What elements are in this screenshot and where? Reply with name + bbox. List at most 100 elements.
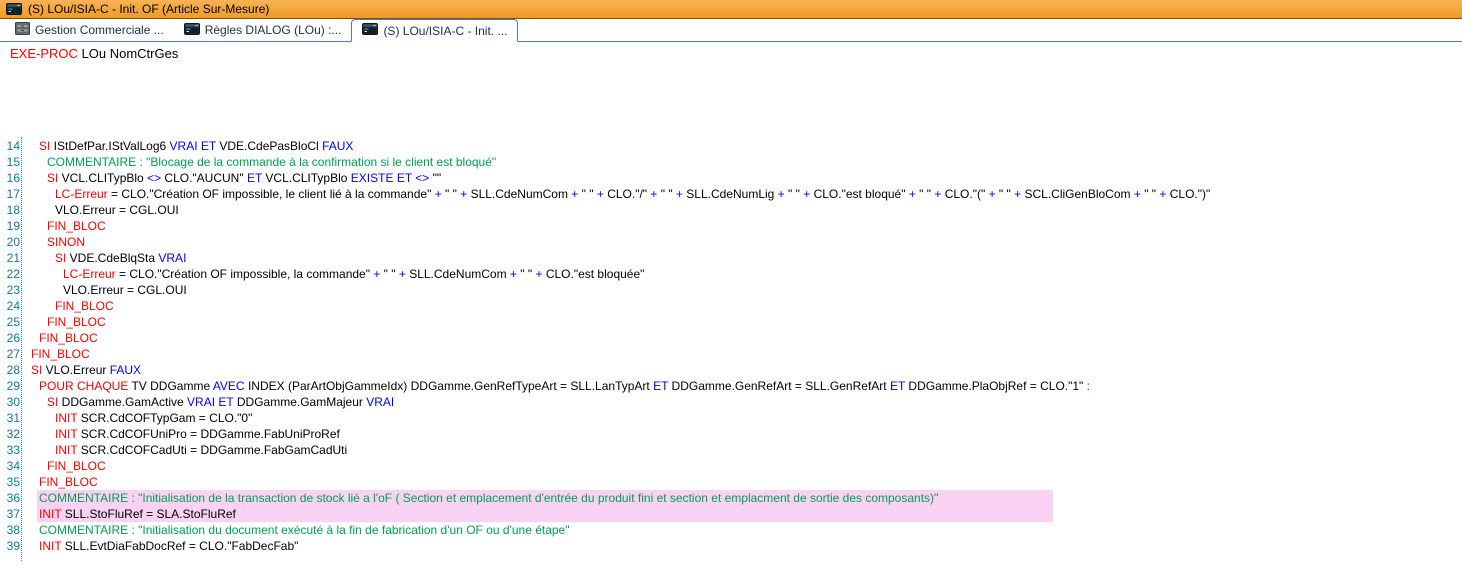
- code-token: +: [1134, 187, 1141, 201]
- code-line[interactable]: 26 FIN_BLOC: [0, 330, 1462, 346]
- line-number[interactable]: 19: [0, 218, 20, 234]
- line-number[interactable]: 31: [0, 410, 20, 426]
- code-line[interactable]: 22 LC-Erreur = CLO."Création OF impossibl…: [0, 266, 1462, 282]
- console-icon: [6, 3, 22, 15]
- tab-bar: Gestion Commerciale ... Règles DIALOG (L…: [0, 19, 1462, 42]
- code-line[interactable]: 37 INIT SLL.StoFluRef = SLA.StoFluRef: [0, 506, 1462, 522]
- code-area[interactable]: 14SI IStDefPar.IStValLog6 VRAI ET VDE.Cd…: [0, 138, 1462, 554]
- code-line[interactable]: 24 FIN_BLOC: [0, 298, 1462, 314]
- line-number[interactable]: 30: [0, 394, 20, 410]
- code-line[interactable]: 31INIT SCR.CdCOFTypGam = CLO."0": [0, 410, 1462, 426]
- tab-lou-isia-c-active[interactable]: (S) LOu/ISIA-C - Init. ...: [351, 19, 518, 42]
- code-text: LC-Erreur = CLO."Création OF impossible,…: [63, 266, 644, 282]
- line-number[interactable]: 37: [0, 506, 20, 522]
- code-text: FIN_BLOC: [31, 346, 90, 362]
- code-text: SI DDGamme.GamActive VRAI ET DDGamme.Gam…: [47, 394, 394, 410]
- code-text: SI VCL.CLITypBlo <> CLO."AUCUN" ET VCL.C…: [47, 170, 441, 186]
- code-line[interactable]: 30 SI DDGamme.GamActive VRAI ET DDGamme.G…: [0, 394, 1462, 410]
- line-number[interactable]: 15: [0, 154, 20, 170]
- code-token: LC-Erreur: [63, 267, 116, 281]
- code-line[interactable]: 15 COMMENTAIRE : "Blocage de la commande …: [0, 154, 1462, 170]
- line-number[interactable]: 26: [0, 330, 20, 346]
- line-number[interactable]: 33: [0, 442, 20, 458]
- code-token: SLL.CdeNumCom: [406, 267, 510, 281]
- line-number[interactable]: 18: [0, 202, 20, 218]
- line-number[interactable]: 34: [0, 458, 20, 474]
- code-token: FIN_BLOC: [31, 347, 90, 361]
- code-text: COMMENTAIRE : "Blocage de la commande à …: [47, 154, 496, 170]
- line-number[interactable]: 21: [0, 250, 20, 266]
- line-number[interactable]: 35: [0, 474, 20, 490]
- line-number[interactable]: 32: [0, 426, 20, 442]
- code-text: INIT SLL.StoFluRef = SLA.StoFluRef: [39, 506, 236, 522]
- code-token: DDGamme.GamActive: [58, 395, 187, 409]
- line-number[interactable]: 24: [0, 298, 20, 314]
- code-line[interactable]: 17LC-Erreur = CLO."Création OF impossibl…: [0, 186, 1462, 202]
- code-line[interactable]: 14SI IStDefPar.IStValLog6 VRAI ET VDE.Cd…: [0, 138, 1462, 154]
- line-number[interactable]: 27: [0, 346, 20, 362]
- code-text: SI VLO.Erreur FAUX: [31, 362, 141, 378]
- code-line[interactable]: 32INIT SCR.CdCOFUniPro = DDGamme.FabUniP…: [0, 426, 1462, 442]
- window-title: (S) LOu/ISIA-C - Init. OF (Article Sur-M…: [28, 2, 269, 16]
- code-line[interactable]: 36 COMMENTAIRE : "Initialisation de la tr…: [0, 490, 1462, 506]
- code-token: SI: [39, 139, 50, 153]
- code-token: SI: [47, 171, 58, 185]
- line-number[interactable]: 14: [0, 138, 20, 154]
- window-titlebar[interactable]: (S) LOu/ISIA-C - Init. OF (Article Sur-M…: [0, 0, 1462, 19]
- code-token: " ": [380, 267, 399, 281]
- code-token: SCR.CdCOFUniPro = DDGamme.FabUniProRef: [77, 427, 339, 441]
- code-token: CLO."(": [941, 187, 988, 201]
- code-line[interactable]: 21SI VDE.CdeBlqSta VRAI: [0, 250, 1462, 266]
- code-line[interactable]: 38 COMMENTAIRE : "Initialisation du docum…: [0, 522, 1462, 538]
- code-text: FIN_BLOC: [39, 330, 98, 346]
- line-number[interactable]: 25: [0, 314, 20, 330]
- code-token: +: [435, 187, 442, 201]
- code-text: FIN_BLOC: [47, 314, 106, 330]
- gutter-separator: [21, 137, 22, 561]
- code-token: COMMENTAIRE : "Initialisation de la tran…: [39, 491, 938, 505]
- code-token: +: [989, 187, 996, 201]
- code-token: IStDefPar.IStValLog6: [50, 139, 169, 153]
- app-window: (S) LOu/ISIA-C - Init. OF (Article Sur-M…: [0, 0, 1462, 571]
- tab-regles-dialog[interactable]: Règles DIALOG (LOu) :...: [174, 19, 352, 41]
- line-number[interactable]: 20: [0, 234, 20, 250]
- cabinet-icon: [15, 22, 30, 38]
- line-number[interactable]: 23: [0, 282, 20, 298]
- code-token: INIT: [39, 507, 61, 521]
- tab-gestion-commerciale[interactable]: Gestion Commerciale ...: [5, 19, 174, 41]
- line-number[interactable]: 38: [0, 522, 20, 538]
- code-text: FIN_BLOC: [55, 298, 114, 314]
- code-token: +: [399, 267, 406, 281]
- code-line[interactable]: 27 FIN_BLOC: [0, 346, 1462, 362]
- code-token: SLL.CdeNumLig: [683, 187, 778, 201]
- line-number[interactable]: 16: [0, 170, 20, 186]
- code-token: "": [429, 171, 441, 185]
- code-line[interactable]: 19FIN_BLOC: [0, 218, 1462, 234]
- code-line[interactable]: 18VLO.Erreur = CGL.OUI: [0, 202, 1462, 218]
- code-line[interactable]: 23VLO.Erreur = CGL.OUI: [0, 282, 1462, 298]
- code-line[interactable]: 29POUR CHAQUE TV DDGamme AVEC INDEX (Par…: [0, 378, 1462, 394]
- code-token: " ": [578, 187, 597, 201]
- code-line[interactable]: 28 SI VLO.Erreur FAUX: [0, 362, 1462, 378]
- code-line[interactable]: 25 FIN_BLOC: [0, 314, 1462, 330]
- line-number[interactable]: 29: [0, 378, 20, 394]
- line-number[interactable]: 17: [0, 186, 20, 202]
- code-token: <>: [147, 171, 161, 185]
- line-number[interactable]: 22: [0, 266, 20, 282]
- code-token: COMMENTAIRE : "Blocage de la commande à …: [47, 155, 496, 169]
- code-token: DDGamme.PlaObjRef = CLO."1": [905, 379, 1087, 393]
- code-line[interactable]: 39INIT SLL.EvtDiaFabDocRef = CLO."FabDec…: [0, 538, 1462, 554]
- code-token: SI: [31, 363, 42, 377]
- line-number[interactable]: 36: [0, 490, 20, 506]
- line-number[interactable]: 39: [0, 538, 20, 554]
- code-line[interactable]: 20SINON: [0, 234, 1462, 250]
- code-line[interactable]: 33INIT SCR.CdCOFCadUti = DDGamme.FabGamC…: [0, 442, 1462, 458]
- line-number[interactable]: 28: [0, 362, 20, 378]
- code-line[interactable]: 16 SI VCL.CLITypBlo <> CLO."AUCUN" ET VCL…: [0, 170, 1462, 186]
- code-token: COMMENTAIRE : "Initialisation du documen…: [39, 523, 570, 537]
- code-token: CLO.")": [1166, 187, 1210, 201]
- tab-label: (S) LOu/ISIA-C - Init. ...: [383, 24, 507, 38]
- code-line[interactable]: 34FIN_BLOC: [0, 458, 1462, 474]
- code-line[interactable]: 35FIN_BLOC: [0, 474, 1462, 490]
- code-text: COMMENTAIRE : "Initialisation du documen…: [39, 522, 570, 538]
